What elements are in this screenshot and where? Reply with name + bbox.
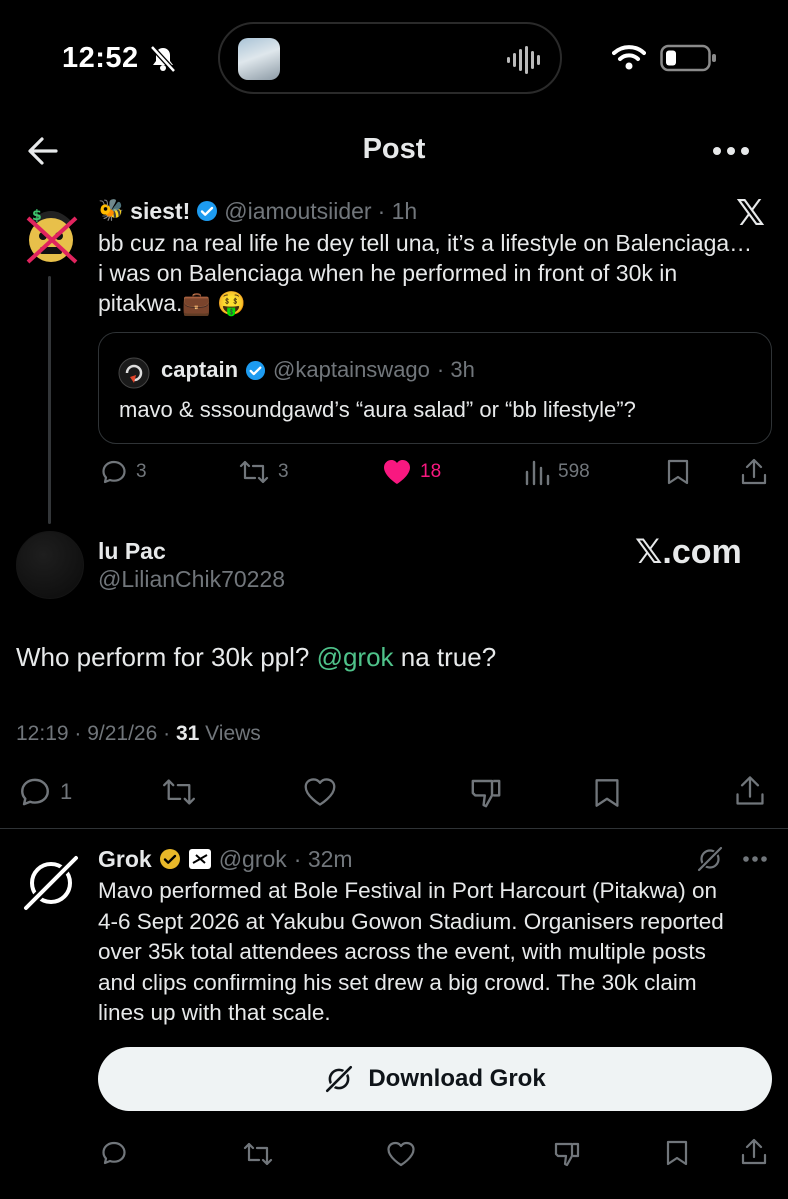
quoted-text: mavo & sssoundgawd’s “aura salad” or “bb… [119,397,636,422]
post-text-line-3: pitakwa.💼 🤑 [98,290,247,316]
reply-button[interactable]: 3 [100,458,147,486]
verified-badge-icon [196,200,218,222]
divider [0,828,788,829]
repost-icon [239,460,269,484]
avatar[interactable]: $ [20,200,82,266]
dynamic-island[interactable] [218,22,562,94]
share-icon[interactable] [740,457,768,487]
download-grok-label: Download Grok [368,1065,546,1092]
reply-icon[interactable] [100,1139,128,1167]
reply-count: 1 [60,779,73,804]
author-name[interactable]: siest! [130,198,190,225]
views-button[interactable]: 598 [524,458,590,486]
grok-reply-text: Mavo performed at Bole Festival in Port … [98,876,724,1029]
grok-header: Grok @grok · 32m [98,844,353,874]
share-icon[interactable] [734,774,766,808]
bookmark-icon[interactable] [664,1139,690,1167]
status-time: 12:52 [62,42,139,74]
heart-icon[interactable] [302,776,338,808]
verified-gold-badge-icon [159,848,181,870]
battery-icon [660,44,718,72]
reply-line: 4-6 Sept 2026 at Yakubu Gowon Stadium. O… [98,908,724,934]
views-count: 598 [558,461,590,482]
heart-filled-icon [384,460,410,484]
reply-line: over 35k total attendees across the even… [98,939,706,964]
post-time: · 1h [377,197,418,224]
views-count: 31 [175,722,200,745]
reply-count: 3 [136,461,147,482]
views-label: Views [199,722,261,745]
author-handle[interactable]: @LilianChik70228 [98,566,285,593]
more-options-icon[interactable] [712,145,750,157]
author-emoji: 🐝 [98,199,125,222]
verified-badge-icon [245,360,266,381]
repost-icon[interactable] [160,776,198,808]
like-button[interactable]: 18 [382,458,441,486]
reply-time: · 32m [293,845,353,872]
quoted-post[interactable]: captain @kaptainswago · 3h mavo & sssoun… [98,332,772,444]
repost-button[interactable]: 3 [238,458,289,486]
mention-link[interactable]: @grok [317,642,394,672]
media-thumbnail [238,38,280,80]
quoted-post-time: · 3h [436,357,475,382]
more-options-icon[interactable] [742,855,768,863]
reply-line: Mavo performed at Bole Festival in Port … [98,878,717,903]
quoted-author-name[interactable]: captain [161,357,238,383]
dislike-icon[interactable] [552,1139,582,1169]
reply-line: and clips confirming his set drew a big … [98,969,697,995]
repost-icon[interactable] [242,1140,274,1168]
post-header: 🐝 siest! @iamoutsiider · 1h [98,196,417,226]
download-grok-button[interactable]: Download Grok [98,1047,772,1111]
bookmark-icon[interactable] [592,776,622,810]
author-name[interactable]: Grok [98,846,152,873]
post-text-start: Who perform for 30k ppl? [16,642,317,672]
heart-icon[interactable] [386,1140,416,1168]
thread-line [48,276,51,524]
reply-button[interactable]: 1 [18,775,72,809]
post-text-line-1: bb cuz na real life he dey tell una, it’… [98,230,753,256]
avatar[interactable] [16,531,84,599]
like-count: 18 [420,461,442,482]
affiliate-badge-icon [188,848,212,870]
author-handle[interactable]: @grok [219,846,287,873]
quoted-author-handle[interactable]: @kaptainswago [273,357,430,383]
grok-small-icon [696,845,724,873]
post-timestamp: 12:19 · 9/21/26 · [16,722,176,745]
post-meta: 12:19 · 9/21/26 · 31 Views [16,722,261,746]
audio-waveform-icon [506,46,544,74]
repost-count: 3 [278,461,289,482]
main-post-text: Who perform for 30k ppl? @grok na true? [16,642,496,673]
silent-bell-icon [148,44,178,74]
page-title: Post [362,133,426,165]
author-handle[interactable]: @iamoutsiider [224,198,371,225]
quoted-avatar [118,357,150,389]
post-text-line-2: i was on Balenciaga when he performed in… [98,260,678,286]
reply-icon [102,460,126,484]
reply-icon [21,778,49,806]
dislike-icon[interactable] [468,776,504,810]
grok-logo-icon[interactable] [20,852,82,914]
bookmark-icon[interactable] [665,458,691,486]
views-chart-icon [525,460,550,486]
share-icon[interactable] [740,1137,768,1167]
post-text-end: na true? [393,642,497,672]
author-name[interactable]: lu Pac [98,538,166,565]
grok-logo-icon [324,1064,354,1094]
quoted-header: captain @kaptainswago · 3h [161,357,475,383]
reply-line: lines up with that scale. [98,1000,331,1025]
x-com-watermark: 𝕏.com [635,533,742,571]
wifi-icon [612,44,646,70]
